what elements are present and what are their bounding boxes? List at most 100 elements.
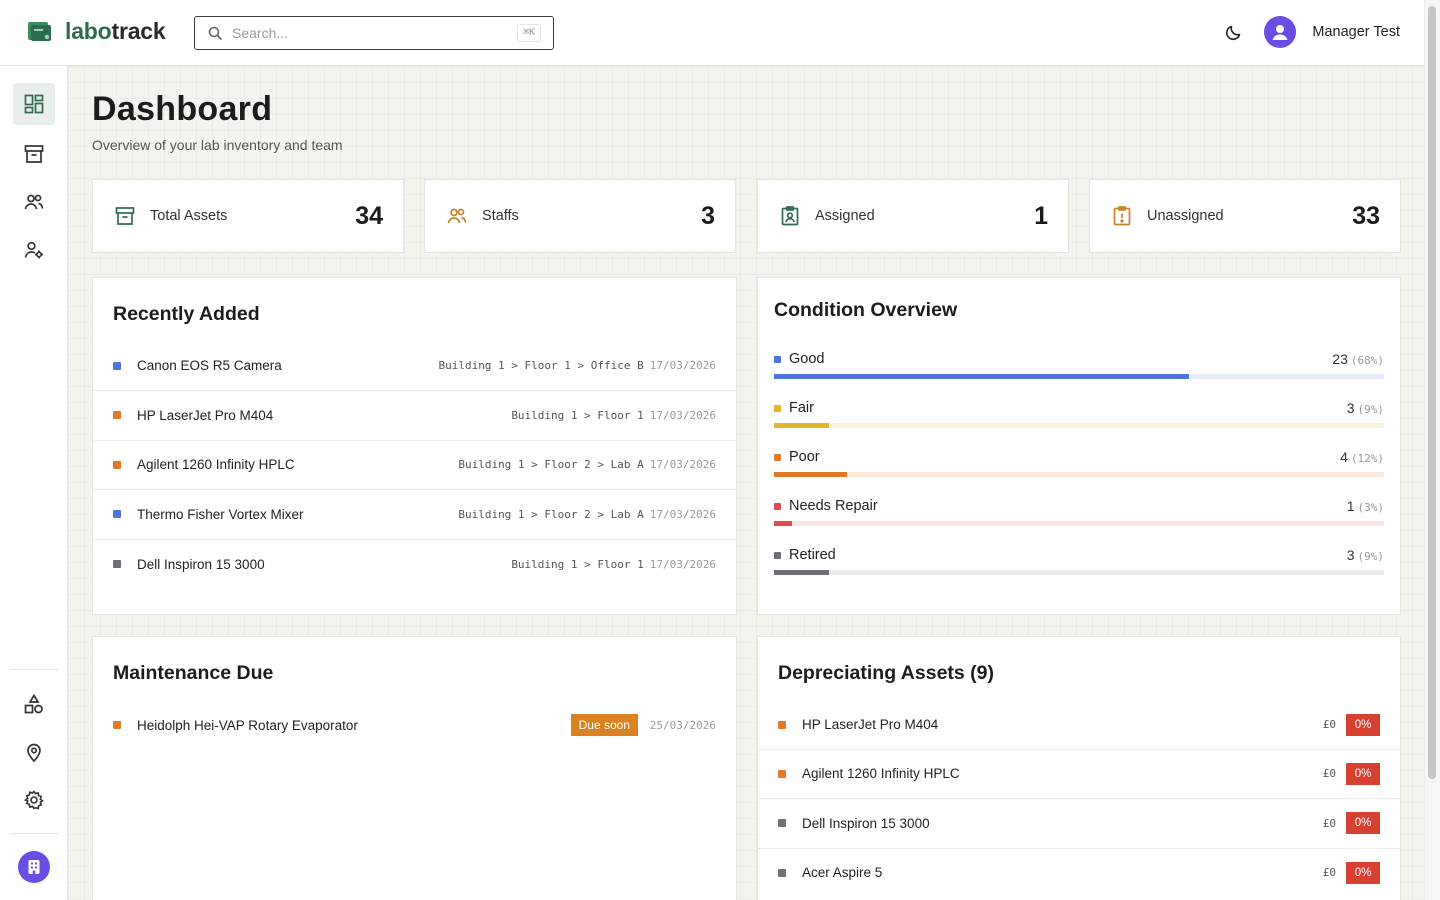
stat-unassigned[interactable]: Unassigned 33 — [1089, 179, 1401, 253]
list-item[interactable]: Acer Aspire 5 £0 0% — [758, 848, 1400, 898]
progress-track — [774, 374, 1384, 379]
status-badge: Due soon — [570, 714, 638, 736]
list-item[interactable]: Agilent 1260 Infinity HPLC Building 1 > F… — [93, 440, 736, 490]
condition-row: Fair 3 (9%) — [774, 399, 1384, 448]
asset-name: Agilent 1260 Infinity HPLC — [802, 766, 960, 782]
nav-assets[interactable] — [13, 133, 55, 175]
condition-label: Poor — [789, 449, 820, 465]
archive-box-icon — [24, 145, 44, 163]
stat-label: Total Assets — [150, 208, 228, 224]
condition-dot — [774, 454, 781, 461]
nav-settings[interactable] — [13, 779, 55, 821]
asset-name: HP LaserJet Pro M404 — [802, 717, 939, 732]
condition-value: 23 (68%) — [1332, 351, 1384, 367]
sidebar — [0, 66, 68, 900]
nav-categories[interactable] — [13, 683, 55, 725]
condition-label: Retired — [789, 547, 836, 563]
progress-track — [774, 570, 1384, 575]
asset-location: Building 1 > Floor 1 > Office B — [438, 359, 644, 372]
asset-name: Thermo Fisher Vortex Mixer — [137, 506, 304, 522]
search-input[interactable] — [232, 25, 502, 41]
condition-value: 3 (9%) — [1347, 547, 1384, 563]
asset-location: Building 1 > Floor 1 — [511, 557, 644, 571]
clipboard-alert-icon — [1113, 206, 1131, 226]
list-item[interactable]: HP LaserJet Pro M404 Building 1 > Floor 1… — [93, 391, 736, 441]
list-item[interactable]: HP LaserJet Pro M404 £0 0% — [758, 700, 1400, 750]
nav-staff[interactable] — [13, 181, 55, 223]
condition-percent: (3%) — [1357, 501, 1385, 514]
users-icon — [24, 194, 44, 210]
condition-percent: (9%) — [1357, 550, 1385, 563]
users-icon — [447, 208, 467, 224]
asset-date: 17/03/2026 — [649, 507, 716, 521]
asset-location: Building 1 > Floor 2 > Lab A — [458, 507, 644, 521]
building-icon — [28, 860, 40, 874]
nav-user-settings[interactable] — [13, 229, 55, 271]
search-shortcut: ⌘K — [516, 24, 541, 42]
list-item[interactable]: Agilent 1260 Infinity HPLC £0 0% — [758, 749, 1400, 800]
panel-title: Depreciating Assets (9) — [778, 662, 995, 684]
brand-logo[interactable]: labotrack — [27, 18, 166, 45]
condition-percent: (68%) — [1350, 354, 1384, 367]
asset-date: 17/03/2026 — [649, 408, 716, 422]
list-item[interactable]: Dell Inspiron 15 3000 Building 1 > Floor … — [93, 539, 736, 589]
moon-icon[interactable] — [1224, 22, 1244, 42]
progress-fill — [774, 472, 848, 477]
condition-dot — [778, 769, 786, 778]
sidebar-divider — [10, 833, 58, 834]
stat-value: 3 — [701, 201, 715, 230]
gear-icon — [23, 790, 44, 810]
asset-value: £0 — [1322, 718, 1336, 731]
stat-label: Unassigned — [1147, 208, 1224, 224]
progress-fill — [774, 423, 829, 428]
depreciation-badge: 0% — [1346, 762, 1380, 785]
condition-dot — [113, 460, 121, 469]
asset-date: 17/03/2026 — [649, 557, 716, 571]
user-avatar[interactable] — [1264, 16, 1297, 48]
asset-meta: Building 1 > Floor 2 > Lab A 17/03/2026 — [458, 458, 716, 471]
list-item[interactable]: Canon EOS R5 Camera Building 1 > Floor 1 … — [93, 341, 736, 391]
stat-label: Assigned — [815, 208, 875, 224]
org-avatar[interactable] — [18, 851, 50, 883]
stat-label: Staffs — [482, 208, 519, 224]
asset-location: Building 1 > Floor 1 — [511, 408, 644, 422]
condition-percent: (9%) — [1357, 403, 1385, 416]
asset-date: 17/03/2026 — [649, 458, 716, 471]
scrollbar-thumb[interactable] — [1428, 6, 1436, 779]
stat-total-assets[interactable]: Total Assets 34 — [92, 179, 404, 253]
condition-row: Poor 4 (12%) — [774, 448, 1384, 497]
nav-dashboard[interactable] — [13, 83, 55, 125]
asset-meta: Building 1 > Floor 2 > Lab A 17/03/2026 — [458, 508, 716, 521]
maintenance-due-panel: Maintenance Due Heidolph Hei-VAP Rotary … — [92, 636, 737, 900]
panel-title: Recently Added — [113, 303, 260, 325]
condition-count: 3 — [1346, 547, 1355, 563]
asset-meta: Building 1 > Floor 1 17/03/2026 — [511, 558, 716, 571]
progress-fill — [774, 570, 829, 575]
condition-count: 4 — [1340, 449, 1348, 465]
user-name[interactable]: Manager Test — [1312, 24, 1400, 40]
list-item[interactable]: Thermo Fisher Vortex Mixer Building 1 > F… — [93, 490, 736, 540]
condition-dot — [113, 560, 121, 568]
stat-assigned[interactable]: Assigned 1 — [757, 179, 1069, 253]
list-item[interactable]: Heidolph Hei-VAP Rotary Evaporator Due so… — [93, 700, 736, 750]
condition-dot — [113, 510, 121, 518]
stat-value: 1 — [1034, 201, 1048, 230]
scrollbar[interactable] — [1424, 0, 1440, 900]
stat-staffs[interactable]: Staffs 3 — [424, 179, 736, 253]
search-icon — [208, 26, 222, 40]
asset-name: Agilent 1260 Infinity HPLC — [137, 457, 295, 472]
search-box[interactable]: ⌘K — [194, 16, 554, 50]
asset-name: Canon EOS R5 Camera — [137, 358, 282, 373]
list-item[interactable]: Dell Inspiron 15 3000 £0 0% — [758, 799, 1400, 849]
progress-track — [774, 423, 1384, 428]
brand-prefix: labo — [65, 18, 112, 44]
nav-locations[interactable] — [13, 731, 55, 773]
depreciation-badge: 0% — [1346, 713, 1380, 736]
asset-location: Building 1 > Floor 2 > Lab A — [458, 458, 644, 471]
condition-count: 3 — [1346, 400, 1355, 416]
brand-suffix: track — [111, 18, 166, 44]
asset-value: £0 — [1322, 816, 1336, 830]
shapes-icon — [24, 693, 43, 714]
condition-dot — [774, 503, 781, 510]
condition-label: Fair — [789, 400, 814, 416]
